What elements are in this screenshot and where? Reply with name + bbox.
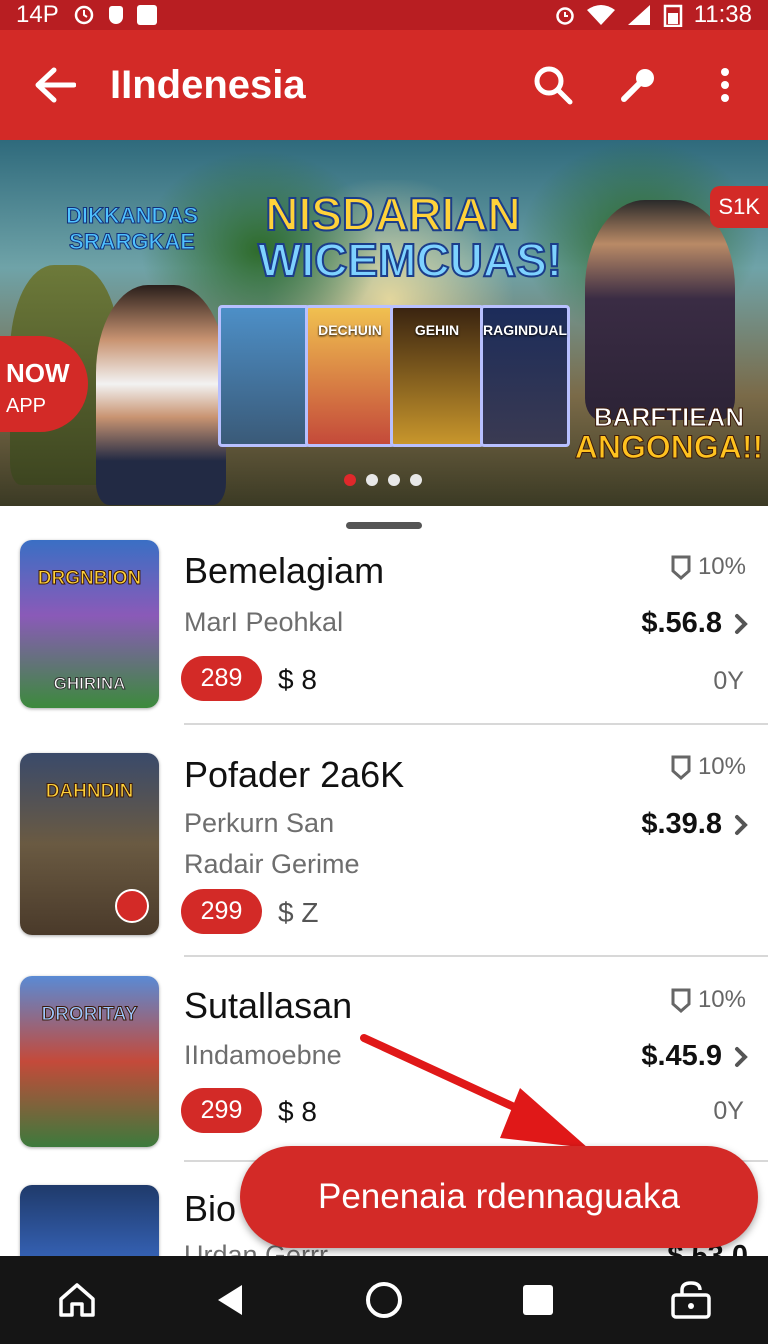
- banner-slogan-1: BARFTIEAN: [593, 402, 745, 433]
- new-app-ribbon: NOW APP: [0, 336, 88, 432]
- more-vert-icon: [721, 68, 729, 102]
- carousel-dot[interactable]: [344, 474, 356, 486]
- small-price: $ Z: [278, 897, 319, 928]
- back-button[interactable]: [0, 30, 110, 140]
- game-genre: Radair Gerime: [184, 849, 360, 879]
- game-thumbnail: DAHNDIN: [20, 753, 159, 935]
- status-left-text: 14P: [16, 1, 59, 28]
- status-time: 11:38: [693, 1, 752, 28]
- nav-lock-button[interactable]: [643, 1256, 739, 1344]
- banner-game-logo: DIKKANDAS SRARGKAE: [66, 203, 199, 255]
- tag-icon: [671, 988, 691, 1013]
- carousel-indicator: [344, 474, 422, 486]
- recents-square-icon: [522, 1285, 553, 1315]
- nav-home-button[interactable]: [29, 1256, 125, 1344]
- app-bar: IIndenesia: [0, 30, 768, 140]
- pointer-arrow-icon: [360, 1034, 588, 1148]
- tag-icon: [671, 555, 691, 580]
- discount-label: 10%: [670, 986, 746, 1014]
- banner-headline-1: NISDARIAN: [264, 188, 522, 240]
- app-title: IIndenesia: [110, 62, 306, 107]
- carousel-dot[interactable]: [410, 474, 422, 486]
- rating-badge: 299: [181, 889, 262, 934]
- rating-badge: 289: [181, 656, 262, 701]
- banner-headline-2: WICEMCUAS!: [257, 234, 563, 286]
- game-thumbnail: DRORITAY: [20, 976, 159, 1147]
- game-publisher: Perkurn San: [184, 808, 335, 838]
- sync-icon: [74, 5, 93, 25]
- discount-label: 10%: [670, 553, 746, 581]
- rating-badge: 299: [181, 1088, 262, 1133]
- nav-recents-button[interactable]: [490, 1256, 586, 1344]
- shield-icon: [108, 6, 123, 24]
- search-button[interactable]: [510, 30, 596, 140]
- app-notification-icon: [136, 5, 157, 25]
- voice-search-button[interactable]: [596, 30, 682, 140]
- banner-game-cover-4: RAGINDUAL: [480, 305, 570, 447]
- alarm-icon: [555, 7, 574, 25]
- small-price: $ 8: [278, 1096, 317, 1127]
- game-thumbnail: DRGNBION GHIRINA: [20, 540, 159, 708]
- game-name: Bio: [184, 1188, 237, 1229]
- list-divider: [184, 955, 768, 957]
- signal-icon: [627, 5, 650, 25]
- app-badge-icon: [115, 889, 149, 923]
- carousel-dot[interactable]: [388, 474, 400, 486]
- game-publisher: MarI Peohkal: [184, 607, 344, 637]
- tag-icon: [671, 755, 691, 780]
- nav-home-circle-button[interactable]: [336, 1256, 432, 1344]
- banner-game-cover-1: [218, 305, 310, 447]
- home-circle-icon: [365, 1282, 402, 1318]
- primary-action-button[interactable]: Penenaia rdennaguaka: [240, 1146, 758, 1248]
- carousel-dot[interactable]: [366, 474, 378, 486]
- price-button[interactable]: $.56.8: [641, 607, 748, 640]
- banner-woman-figure: [96, 285, 226, 505]
- chevron-right-icon: [735, 1046, 748, 1067]
- game-name: Pofader 2a6K: [184, 754, 405, 795]
- chevron-right-icon: [735, 814, 748, 835]
- period-label: 0Y: [713, 1097, 744, 1125]
- home-icon: [59, 1283, 95, 1317]
- game-publisher: IIndamoebne: [184, 1040, 342, 1070]
- battery-icon: [663, 4, 682, 27]
- game-name: Bemelagiam: [184, 550, 385, 591]
- sheet-drag-handle[interactable]: [346, 522, 422, 529]
- period-label: 0Y: [713, 667, 744, 695]
- more-options-button[interactable]: [682, 30, 768, 140]
- banner-warrior-figure: [585, 200, 735, 420]
- banner-game-cover-2: DECHUIN: [305, 305, 395, 447]
- game-name: Sutallasan: [184, 985, 353, 1026]
- microphone-icon: [621, 69, 654, 102]
- status-bar: 14P 11:38: [0, 0, 768, 30]
- back-triangle-icon: [218, 1285, 243, 1315]
- small-price: $ 8: [278, 664, 317, 695]
- back-arrow-icon: [35, 67, 76, 103]
- lock-icon: [671, 1281, 711, 1319]
- list-divider: [184, 723, 768, 725]
- search-icon: [534, 66, 573, 105]
- price-button[interactable]: $.45.9: [641, 1040, 748, 1073]
- discount-label: 10%: [670, 753, 746, 781]
- price-button[interactable]: $.39.8: [641, 808, 748, 841]
- wifi-icon: [586, 5, 615, 25]
- banner-game-cover-3: GEHIN: [390, 305, 484, 447]
- banner-corner-tag: S1K: [710, 186, 768, 228]
- system-nav-bar: [0, 1256, 768, 1344]
- promo-banner[interactable]: DIKKANDAS SRARGKAE NISDARIAN WICEMCUAS! …: [0, 140, 768, 506]
- nav-back-button[interactable]: [182, 1256, 278, 1344]
- chevron-right-icon: [735, 613, 748, 634]
- banner-slogan-2: ANGONGA!!: [574, 429, 764, 465]
